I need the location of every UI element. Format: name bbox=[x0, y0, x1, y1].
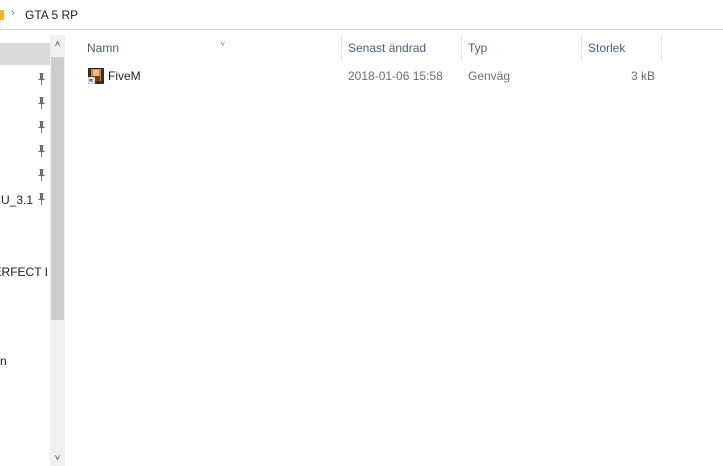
file-list: Namn ˅ Senast ändrad Typ Storlek FiveM 2… bbox=[66, 30, 723, 466]
navigation-scrollbar[interactable]: ˄ ˅ bbox=[50, 35, 65, 466]
column-header-name[interactable]: Namn ˅ bbox=[81, 36, 342, 61]
column-header-type[interactable]: Typ bbox=[462, 36, 582, 61]
pin-icon[interactable] bbox=[36, 144, 47, 158]
column-header-modified[interactable]: Senast ändrad bbox=[342, 36, 462, 61]
file-modified-date: 2018-01-06 15:58 bbox=[348, 69, 443, 83]
nav-item-label: NU_3.1 bbox=[0, 193, 33, 207]
nav-item-selected[interactable] bbox=[0, 43, 50, 65]
nav-item-label: n bbox=[0, 354, 7, 368]
sort-chevron-icon: ˅ bbox=[220, 39, 226, 49]
scrollbar-thumb[interactable] bbox=[51, 57, 64, 320]
pin-icon[interactable] bbox=[36, 168, 47, 182]
breadcrumb-current-folder[interactable]: GTA 5 RP bbox=[25, 8, 78, 22]
nav-item-label: PERFECT I bbox=[0, 265, 48, 279]
nav-item[interactable] bbox=[0, 228, 50, 250]
column-header-name-label: Namn bbox=[87, 41, 120, 55]
file-size: 3 kB bbox=[631, 69, 656, 83]
column-header-size[interactable]: Storlek bbox=[582, 36, 662, 61]
nav-item-pinned[interactable] bbox=[0, 141, 50, 163]
column-header-type-label: Typ bbox=[468, 41, 488, 55]
file-name[interactable]: FiveM bbox=[108, 69, 141, 83]
column-header-row: Namn ˅ Senast ändrad Typ Storlek bbox=[66, 36, 723, 61]
scroll-up-icon[interactable]: ˄ bbox=[50, 38, 65, 52]
column-header-size-label: Storlek bbox=[588, 41, 626, 55]
file-type: Genväg bbox=[468, 69, 511, 83]
nav-item-pinned[interactable] bbox=[0, 165, 50, 187]
folder-icon bbox=[0, 10, 4, 20]
navigation-pane: NU_3.1 PERFECT I n bbox=[0, 30, 50, 466]
file-explorer-window: › GTA 5 RP NU_3.1 bbox=[0, 0, 723, 466]
breadcrumb-chevron-icon[interactable]: › bbox=[11, 7, 15, 19]
nav-item[interactable] bbox=[0, 320, 50, 342]
pin-icon[interactable] bbox=[36, 192, 47, 206]
nav-item-pinned[interactable] bbox=[0, 117, 50, 139]
scroll-down-icon[interactable]: ˅ bbox=[50, 452, 65, 466]
file-row[interactable]: FiveM 2018-01-06 15:58 Genväg 3 kB bbox=[81, 65, 667, 87]
fivem-shortcut-icon bbox=[88, 68, 104, 84]
nav-item-pinned[interactable]: NU_3.1 bbox=[0, 189, 50, 211]
nav-item[interactable]: PERFECT I bbox=[0, 261, 50, 283]
nav-item[interactable]: n bbox=[0, 350, 50, 372]
pin-icon[interactable] bbox=[36, 96, 47, 110]
column-header-modified-label: Senast ändrad bbox=[348, 41, 427, 55]
address-bar[interactable]: › GTA 5 RP bbox=[0, 0, 723, 30]
pin-icon[interactable] bbox=[36, 72, 47, 86]
pin-icon[interactable] bbox=[36, 120, 47, 134]
nav-item[interactable] bbox=[0, 293, 50, 315]
nav-item-pinned[interactable] bbox=[0, 93, 50, 115]
nav-item-pinned[interactable] bbox=[0, 69, 50, 91]
